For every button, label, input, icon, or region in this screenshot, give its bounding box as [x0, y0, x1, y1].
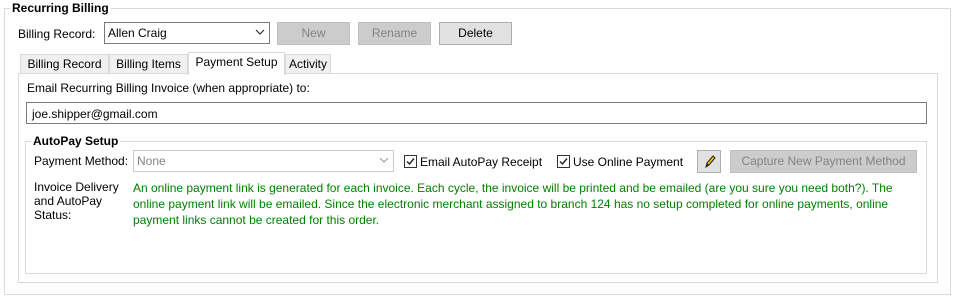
use-online-payment-checkbox[interactable] — [557, 155, 570, 168]
autopay-title: AutoPay Setup — [31, 134, 121, 148]
capture-new-payment-method-button[interactable]: Capture New Payment Method — [730, 150, 917, 173]
payment-method-value: None — [137, 154, 166, 168]
email-value: joe.shipper@gmail.com — [32, 107, 158, 121]
tab-activity[interactable]: Activity — [285, 54, 331, 74]
billing-record-label: Billing Record: — [18, 27, 96, 41]
email-autopay-receipt-label: Email AutoPay Receipt — [420, 155, 543, 169]
check-icon — [559, 158, 568, 166]
use-online-payment-label: Use Online Payment — [573, 155, 684, 169]
status-label: Invoice Delivery and AutoPay Status: — [34, 180, 119, 222]
status-text: An online payment link is generated for … — [133, 181, 893, 227]
payment-method-select[interactable]: None — [133, 150, 394, 172]
payment-method-label: Payment Method: — [34, 154, 129, 168]
check-icon — [406, 158, 415, 166]
new-button[interactable]: New — [277, 22, 350, 45]
email-field[interactable]: joe.shipper@gmail.com — [26, 102, 927, 124]
billing-record-value: Allen Craig — [108, 26, 167, 40]
email-label: Email Recurring Billing Invoice (when ap… — [27, 81, 310, 95]
pencil-icon — [705, 155, 716, 169]
delete-button[interactable]: Delete — [439, 22, 512, 45]
group-title: Recurring Billing — [10, 1, 111, 15]
tab-payment-setup[interactable]: Payment Setup — [188, 52, 285, 75]
tab-billing-items[interactable]: Billing Items — [109, 54, 188, 74]
chevron-down-icon — [255, 29, 265, 35]
chevron-down-icon — [379, 157, 389, 163]
email-autopay-receipt-checkbox[interactable] — [404, 155, 417, 168]
rename-button[interactable]: Rename — [358, 22, 431, 45]
tab-billing-record[interactable]: Billing Record — [20, 54, 109, 74]
edit-button[interactable] — [697, 150, 721, 173]
billing-record-select[interactable]: Allen Craig — [104, 22, 270, 44]
